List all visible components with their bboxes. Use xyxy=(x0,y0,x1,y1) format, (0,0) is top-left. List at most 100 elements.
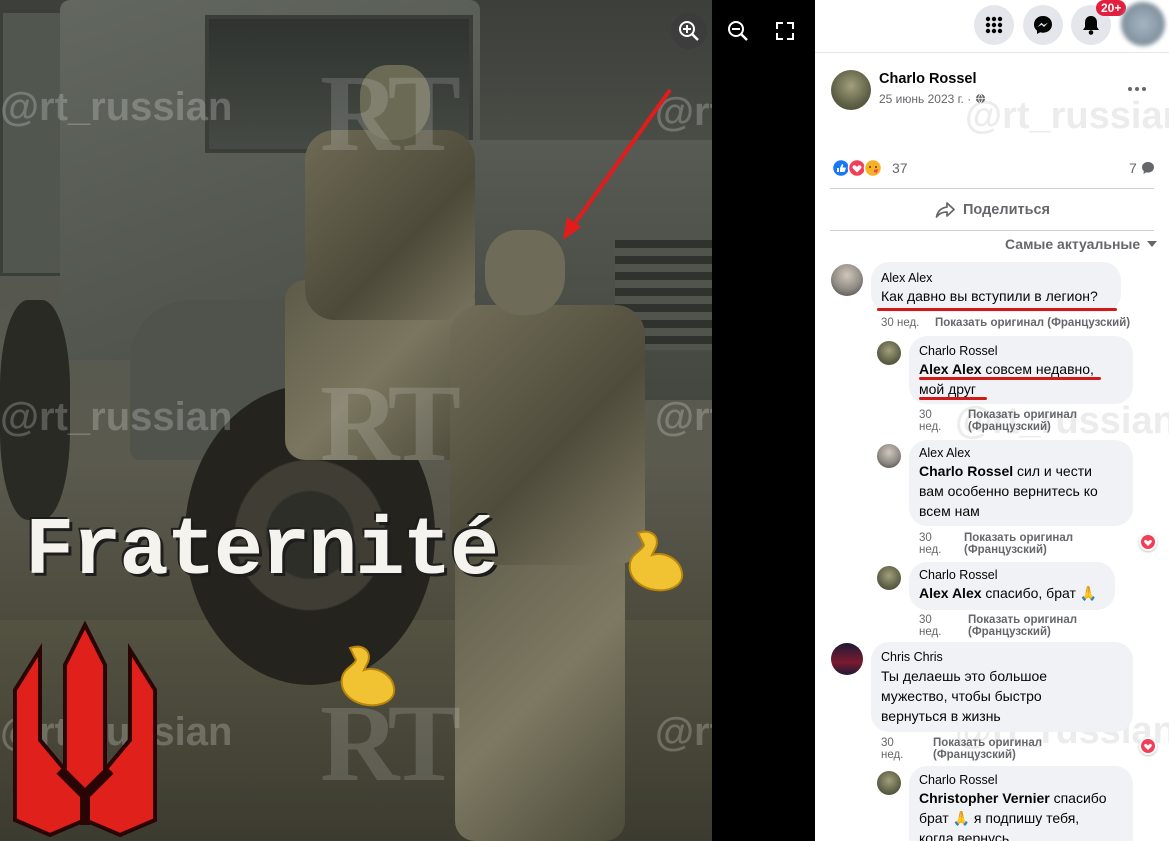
grid-menu-icon xyxy=(985,16,1003,34)
reply-avatar[interactable] xyxy=(877,341,901,365)
reply-text: всем нам xyxy=(919,503,980,519)
trident-emblem-icon xyxy=(13,620,157,838)
share-label: Поделиться xyxy=(963,202,1051,218)
red-annotation-arrow xyxy=(563,88,672,240)
post-date[interactable]: 25 июнь 2023 г. · xyxy=(879,92,986,106)
show-original-link-lang[interactable]: (Французский) xyxy=(964,544,1047,556)
reaction-heart[interactable] xyxy=(1139,737,1157,755)
reply-text: Charlo Rossel сил и чести xyxy=(919,463,1092,479)
reaction-icons xyxy=(831,158,883,178)
reply-time-unit[interactable]: нед. xyxy=(919,544,941,556)
reply-time[interactable]: 30 xyxy=(919,614,932,626)
mention[interactable]: Christopher Vernier xyxy=(919,790,1050,806)
red-underline xyxy=(877,308,1117,311)
top-bar: 20+ xyxy=(815,0,1169,53)
divider xyxy=(830,188,1154,189)
show-original-link[interactable]: Показать оригинал (Французский) xyxy=(935,317,1130,329)
show-original-link[interactable]: Показать оригинал xyxy=(968,614,1077,626)
comment-text: Как давно вы вступили в легион? xyxy=(881,288,1098,304)
comment-avatar[interactable] xyxy=(831,264,863,296)
watermark: @rt_russian xyxy=(655,395,712,439)
post-panel: @rt_russian @rt_russian @rt_russian 20+ … xyxy=(815,0,1169,841)
comment-time[interactable]: 30 нед. xyxy=(881,317,919,329)
reply-avatar[interactable] xyxy=(877,771,901,795)
mention[interactable]: Alex Alex xyxy=(919,585,982,601)
fullscreen-icon xyxy=(776,22,794,40)
share-icon xyxy=(935,202,955,218)
comment-time-unit[interactable]: нед. xyxy=(881,749,903,761)
show-original-link-lang[interactable]: (Французский) xyxy=(968,421,1051,433)
reply-text: когда вернусь xyxy=(919,830,1010,841)
show-original-link-lang[interactable]: (Французский) xyxy=(968,626,1051,638)
red-underline xyxy=(919,377,1101,380)
globe-icon xyxy=(975,93,985,104)
reply-author[interactable]: Alex Alex xyxy=(919,446,970,460)
reply-text: Christopher Vernier спасибо xyxy=(919,790,1107,806)
fraternite-caption: Fraternité xyxy=(25,505,499,598)
comments-count[interactable]: 7 xyxy=(1129,160,1155,176)
notifications-badge: 20+ xyxy=(1096,0,1127,16)
reply-author[interactable]: Charlo Rossel xyxy=(919,773,998,787)
reply-author[interactable]: Charlo Rossel xyxy=(919,344,998,358)
account-avatar[interactable] xyxy=(1121,2,1165,46)
comment-sort-label: Самые актуальные xyxy=(1005,236,1141,252)
post-date-text: 25 июнь 2023 г. · xyxy=(879,92,972,106)
show-original-link-lang[interactable]: (Французский) xyxy=(933,749,1016,761)
share-button[interactable]: Поделиться xyxy=(935,198,1050,222)
reply-text: Alex Alex спасибо, брат 🙏 xyxy=(919,585,1098,601)
reply-time[interactable]: 30 xyxy=(919,532,932,544)
divider xyxy=(830,230,1154,231)
watermark: @rt_russian xyxy=(0,395,233,439)
reply-author[interactable]: Charlo Rossel xyxy=(919,568,998,582)
menu-button[interactable] xyxy=(974,5,1014,45)
reply-text: вам особенно вернитесь ко xyxy=(919,483,1098,499)
zoom-in-button[interactable] xyxy=(671,13,707,49)
reply-time-unit[interactable]: нед. xyxy=(919,421,941,433)
zoom-in-icon xyxy=(679,21,699,41)
mention[interactable]: Charlo Rossel xyxy=(919,463,1013,479)
reply-avatar[interactable] xyxy=(877,444,901,468)
bell-icon xyxy=(1083,16,1099,35)
post-options-button[interactable] xyxy=(1126,78,1148,105)
messenger-icon xyxy=(1034,16,1052,34)
reactions-count[interactable]: 37 xyxy=(892,160,908,176)
comment-text: Ты делаешь это большое xyxy=(881,668,1048,684)
flexed-biceps-icon xyxy=(628,530,684,592)
comment-text: вернуться в жизнь xyxy=(881,708,1001,724)
red-underline xyxy=(919,397,987,400)
post-author[interactable]: Charlo Rossel xyxy=(879,71,977,87)
fullscreen-button[interactable] xyxy=(767,13,803,49)
rt-logo-watermark: RT xyxy=(320,362,461,484)
reply-text: брат 🙏 я подпишу тебя, xyxy=(919,810,1080,826)
caret-down-icon xyxy=(1147,241,1158,247)
mention[interactable]: Alex Alex xyxy=(919,361,982,377)
photo-viewer: @rt_russian @rt_russian @rt_russian @rt_… xyxy=(0,0,815,841)
reply-text: Alex Alex совсем недавно, xyxy=(919,361,1094,377)
show-original-link[interactable]: Показать оригинал xyxy=(964,532,1073,544)
reply-avatar[interactable] xyxy=(877,566,901,590)
comment-text: мужество, чтобы быстро xyxy=(881,688,1042,704)
comment-bubble-icon xyxy=(1141,162,1154,174)
comment-author[interactable]: Alex Alex xyxy=(881,271,932,285)
rt-logo-watermark: RT xyxy=(320,52,461,174)
post-photo[interactable]: @rt_russian @rt_russian @rt_russian @rt_… xyxy=(0,0,712,841)
zoom-out-button[interactable] xyxy=(720,13,756,49)
show-original-link[interactable]: Показать оригинал xyxy=(933,737,1042,749)
zoom-out-icon xyxy=(728,21,748,41)
reactions-summary[interactable] xyxy=(831,158,892,178)
flexed-biceps-icon xyxy=(340,645,396,707)
reaction-heart[interactable] xyxy=(1139,533,1157,551)
comment-avatar[interactable] xyxy=(831,643,863,675)
comment-sort-dropdown[interactable]: Самые актуальные xyxy=(1005,236,1158,252)
heart-icon xyxy=(1141,535,1155,549)
reply-time-unit[interactable]: нед. xyxy=(919,626,941,638)
show-original-link[interactable]: Показать оригинал xyxy=(968,409,1077,421)
author-avatar[interactable] xyxy=(831,70,871,110)
reply-time[interactable]: 30 xyxy=(919,409,932,421)
comment-author[interactable]: Chris Chris xyxy=(881,650,943,664)
comment-time[interactable]: 30 xyxy=(881,737,894,749)
heart-icon xyxy=(1141,739,1155,753)
watermark: @rt_russian xyxy=(655,710,712,754)
watermark: @rt_russian xyxy=(0,85,233,129)
messenger-button[interactable] xyxy=(1023,5,1063,45)
